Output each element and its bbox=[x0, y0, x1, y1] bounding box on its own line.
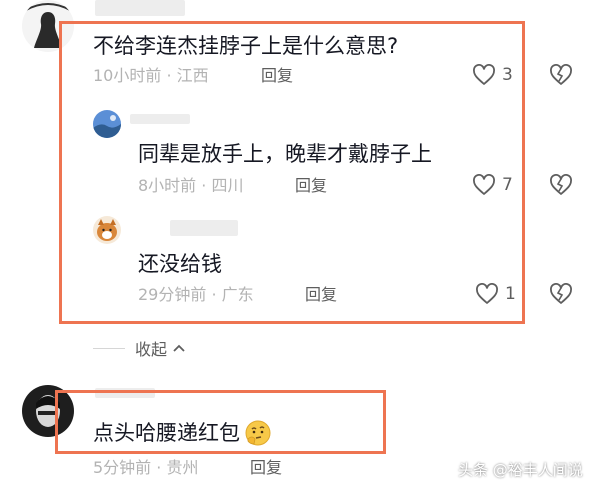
redacted-username bbox=[95, 0, 185, 16]
like-button[interactable]: 7 bbox=[472, 174, 513, 196]
comment-text: 还没给钱 bbox=[138, 252, 222, 276]
heart-icon bbox=[473, 174, 495, 195]
comment-text: 点头哈腰递红包 bbox=[93, 419, 272, 447]
like-count: 1 bbox=[505, 284, 516, 304]
reply-button[interactable]: 回复 bbox=[261, 66, 293, 86]
collapse-replies-button[interactable]: 收起 bbox=[93, 336, 187, 360]
reply-button[interactable]: 回复 bbox=[295, 176, 327, 196]
broken-heart-icon bbox=[550, 283, 572, 304]
thinking-emoji-icon bbox=[245, 420, 271, 446]
redacted-username bbox=[170, 220, 238, 236]
redacted-username bbox=[130, 114, 190, 124]
chevron-up-icon bbox=[173, 344, 185, 352]
dislike-button[interactable] bbox=[549, 283, 573, 309]
like-count: 3 bbox=[502, 65, 513, 85]
broken-heart-icon bbox=[550, 174, 572, 195]
dislike-button[interactable] bbox=[549, 64, 573, 90]
avatar[interactable] bbox=[93, 110, 121, 138]
like-count: 7 bbox=[502, 175, 513, 195]
dislike-button[interactable] bbox=[549, 174, 573, 200]
reply-button[interactable]: 回复 bbox=[250, 458, 282, 478]
watermark: 头条 @裕丰人间说 bbox=[458, 461, 583, 479]
reply-button[interactable]: 回复 bbox=[305, 285, 337, 305]
like-button[interactable]: 3 bbox=[472, 64, 513, 86]
comment-text: 同辈是放手上，晚辈才戴脖子上 bbox=[138, 142, 432, 166]
comment-meta: 10小时前 · 江西 bbox=[93, 66, 209, 85]
broken-heart-icon bbox=[550, 64, 572, 85]
comment-meta: 5分钟前 · 贵州 bbox=[93, 458, 199, 477]
comment-meta: 8小时前 · 四川 bbox=[138, 176, 244, 195]
heart-icon bbox=[476, 283, 498, 304]
collapse-divider bbox=[93, 347, 125, 349]
avatar[interactable] bbox=[93, 216, 121, 244]
heart-icon bbox=[473, 64, 495, 85]
comment-text: 不给李连杰挂脖子上是什么意思? bbox=[93, 34, 399, 58]
collapse-label: 收起 bbox=[135, 340, 168, 359]
comment-meta: 29分钟前 · 广东 bbox=[138, 285, 254, 304]
like-button[interactable]: 1 bbox=[475, 283, 516, 305]
